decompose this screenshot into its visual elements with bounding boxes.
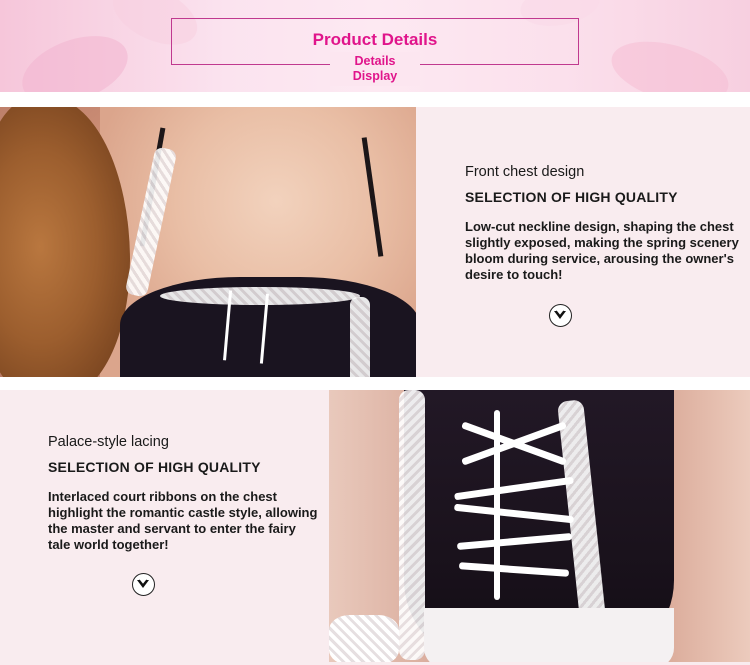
subtitle-line-1: Details — [354, 54, 396, 68]
feature-quality-label: SELECTION OF HIGH QUALITY — [48, 459, 261, 475]
feature-text-front-chest: Front chest design SELECTION OF HIGH QUA… — [465, 163, 745, 283]
product-photo-palace-lacing — [329, 390, 750, 662]
feature-section-palace-lacing: Palace-style lacing SELECTION OF HIGH QU… — [0, 390, 750, 665]
product-details-banner: Product Details Details Display — [0, 0, 750, 92]
feature-section-front-chest: Front chest design SELECTION OF HIGH QUA… — [0, 107, 750, 377]
petal-decoration — [604, 30, 736, 92]
subtitle-line-2: Display — [352, 69, 398, 83]
feature-text-palace-lacing: Palace-style lacing SELECTION OF HIGH QU… — [48, 433, 318, 553]
page-title: Product Details — [312, 30, 438, 49]
feature-heading: Palace-style lacing — [48, 434, 169, 450]
feature-description: Interlaced court ribbons on the chest hi… — [48, 489, 318, 552]
product-photo-front-chest — [0, 107, 416, 377]
petal-decoration — [13, 22, 137, 92]
subtitle-box: Details Display — [330, 52, 420, 86]
chevron-down-circle-icon[interactable] — [549, 304, 572, 327]
feature-description: Low-cut neckline design, shaping the che… — [465, 219, 739, 282]
chevron-down-circle-icon[interactable] — [132, 573, 155, 596]
feature-heading: Front chest design — [465, 164, 585, 180]
feature-quality-label: SELECTION OF HIGH QUALITY — [465, 189, 678, 205]
